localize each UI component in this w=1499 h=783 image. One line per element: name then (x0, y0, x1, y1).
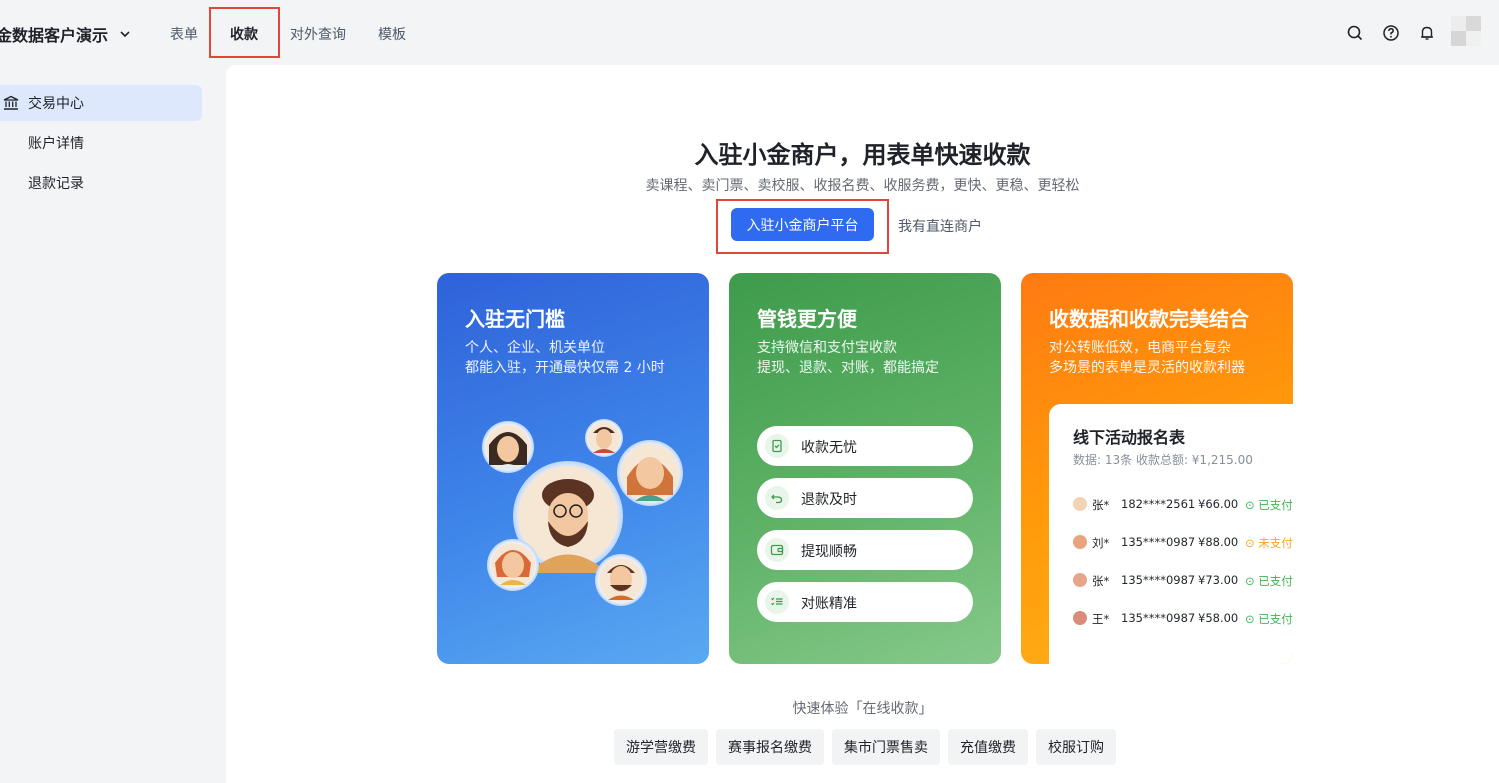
status-badge: ⊙ 已支付 (1245, 612, 1293, 626)
status-badge: ⊙ 未支付 (1245, 536, 1293, 550)
row-name: 张* (1092, 498, 1110, 512)
tab-public-query[interactable]: 对外查询 (290, 24, 346, 44)
sidebar-item-refund-records[interactable]: 退款记录 (0, 165, 202, 201)
tab-highlight-box (209, 7, 280, 58)
avatar (1073, 535, 1087, 549)
feature-pill-label: 退款及时 (801, 492, 857, 508)
receipt-icon (765, 434, 789, 458)
quick-try-label: 快速体验「在线收款」 (792, 701, 933, 717)
sidebar-item-label: 退款记录 (28, 176, 84, 192)
card-desc-line: 多场景的表单是灵活的收款利器 (1049, 360, 1245, 376)
page-title: 入驻小金商户，用表单快速收款 (694, 141, 1031, 169)
tab-templates[interactable]: 模板 (378, 24, 406, 44)
row-name: 刘* (1092, 536, 1110, 550)
feature-pill: 收款无忧 (757, 426, 973, 466)
workspace-name: 金数据客户演示 (0, 26, 109, 45)
status-text: 已支付 (1258, 612, 1293, 626)
page-subtitle: 卖课程、卖门票、卖校服、收报名费、收服务费，更快、更稳、更轻松 (645, 178, 1080, 194)
row-phone: 135****0987 (1121, 535, 1196, 549)
search-icon[interactable] (1346, 24, 1364, 42)
status-text: 已支付 (1258, 574, 1293, 588)
avatar (1073, 611, 1087, 625)
chevron-down-icon (120, 31, 130, 38)
sidebar-item-transaction-center[interactable]: 交易中心 (0, 85, 202, 121)
avatar (1073, 497, 1087, 511)
status-badge: ⊙ 已支付 (1245, 574, 1293, 588)
bell-icon[interactable] (1418, 24, 1436, 42)
workspace-switcher[interactable]: 金数据客户演示 (0, 22, 132, 46)
feature-card-no-threshold: 入驻无门槛 个人、企业、机关单位 都能入驻，开通最快仅需 2 小时 (437, 273, 709, 664)
avatar (1073, 573, 1087, 587)
table-row: 王* 135****0987 ¥58.00 ⊙ 已支付 (1073, 609, 1293, 629)
sidebar-item-label: 交易中心 (28, 96, 84, 112)
row-amount: ¥88.00 (1198, 535, 1239, 549)
sample-form-title: 线下活动报名表 (1073, 428, 1186, 447)
sidebar: 交易中心 账户详情 退款记录 (0, 65, 226, 783)
checklist-icon (765, 590, 789, 614)
people-illustration (482, 419, 683, 606)
row-amount: ¥73.00 (1198, 573, 1239, 587)
status-text: 未支付 (1258, 536, 1293, 550)
feature-pill-label: 对账精准 (801, 596, 857, 612)
row-phone: 182****2561 (1121, 497, 1196, 511)
direct-merchant-link[interactable]: 我有直连商户 (898, 216, 982, 236)
card-desc-line: 支持微信和支付宝收款 (757, 340, 897, 356)
bank-icon (3, 95, 19, 110)
main-content: 入驻小金商户，用表单快速收款 卖课程、卖门票、卖校服、收报名费、收服务费，更快、… (226, 65, 1499, 783)
sample-form-meta: 数据: 13条 收款总额: ¥1,215.00 (1073, 453, 1253, 467)
chip-competition-signup[interactable]: 赛事报名缴费 (716, 729, 824, 765)
row-amount: ¥66.00 (1198, 497, 1239, 511)
join-merchant-button[interactable]: 入驻小金商户平台 (731, 208, 874, 241)
help-icon[interactable] (1382, 24, 1400, 42)
chip-study-tour[interactable]: 游学营缴费 (614, 729, 708, 765)
chip-market-tickets[interactable]: 集市门票售卖 (832, 729, 940, 765)
table-row: 张* 182****2561 ¥66.00 ⊙ 已支付 (1073, 495, 1293, 515)
feature-card-data-and-payment: 收数据和收款完美结合 对公转账低效，电商平台复杂 多场景的表单是灵活的收款利器 … (1021, 273, 1293, 664)
feature-pill-label: 提现顺畅 (801, 544, 857, 560)
chip-uniform-order[interactable]: 校服订购 (1036, 729, 1116, 765)
table-row: 刘* 135****0987 ¥88.00 ⊙ 未支付 (1073, 533, 1293, 553)
feature-pill: 对账精准 (757, 582, 973, 622)
undo-icon (765, 486, 789, 510)
feature-card-money-management: 管钱更方便 支持微信和支付宝收款 提现、退款、对账，都能搞定 收款无忧 退款及时… (729, 273, 1001, 664)
row-name: 王* (1092, 612, 1110, 626)
sidebar-item-account-details[interactable]: 账户详情 (0, 125, 202, 161)
feature-pill: 退款及时 (757, 478, 973, 518)
feature-pill-label: 收款无忧 (801, 440, 857, 456)
card-desc-line: 提现、退款、对账，都能搞定 (757, 360, 939, 376)
top-bar: 金数据客户演示 表单 收款 对外查询 模板 (0, 0, 1499, 65)
card-desc-line: 对公转账低效，电商平台复杂 (1049, 340, 1231, 356)
row-name: 张* (1092, 574, 1110, 588)
row-phone: 135****0987 (1121, 611, 1196, 625)
status-badge: ⊙ 已支付 (1245, 498, 1293, 512)
card-title: 管钱更方便 (757, 307, 857, 331)
feature-pill: 提现顺畅 (757, 530, 973, 570)
wallet-icon (765, 538, 789, 562)
status-text: 已支付 (1258, 498, 1293, 512)
tab-form[interactable]: 表单 (170, 24, 198, 44)
row-phone: 135****0987 (1121, 573, 1196, 587)
sidebar-item-label: 账户详情 (28, 136, 84, 152)
avatar[interactable] (1451, 16, 1481, 46)
row-amount: ¥58.00 (1198, 611, 1239, 625)
sample-form-panel: 线下活动报名表 数据: 13条 收款总额: ¥1,215.00 张* 182**… (1049, 404, 1293, 664)
table-row: 张* 135****0987 ¥73.00 ⊙ 已支付 (1073, 571, 1293, 591)
card-title: 收数据和收款完美结合 (1049, 307, 1249, 331)
chip-recharge[interactable]: 充值缴费 (948, 729, 1028, 765)
